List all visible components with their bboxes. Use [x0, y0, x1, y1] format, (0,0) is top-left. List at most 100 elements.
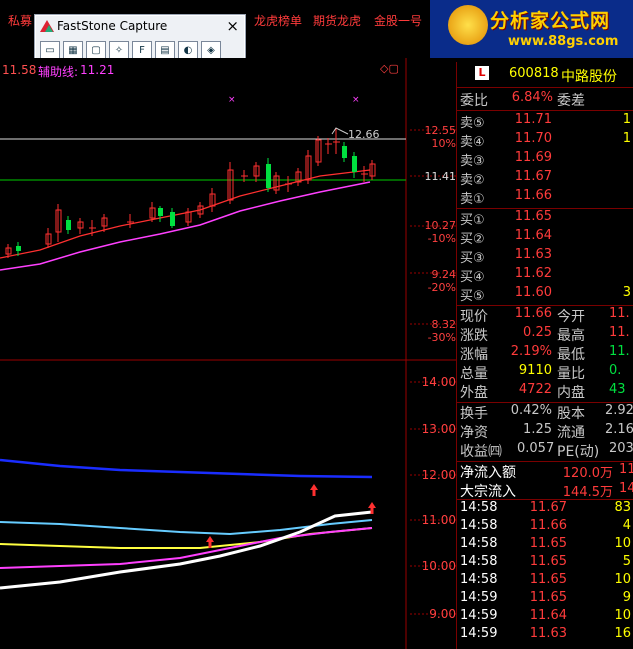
fund-label: 流通 [557, 425, 585, 441]
menu-item-futures[interactable]: 期货龙虎 [313, 12, 361, 29]
fund-row: 收益㈣ 0.057 PE(动) 203 [457, 441, 633, 460]
buy-volume: 3 [622, 285, 631, 300]
sell-label: 卖⑤ [460, 116, 485, 131]
stock-badge: L [475, 66, 489, 80]
sell-price: 11.66 [514, 188, 552, 203]
flow-value: 120.0万 [562, 466, 613, 481]
tick-time: 14:58 [460, 518, 498, 533]
buy-price: 11.60 [514, 285, 552, 300]
axis-value: 9.00 [429, 607, 456, 621]
sell-volume: 1 [622, 131, 631, 146]
quote-label: 最低 [557, 347, 585, 363]
quote-value: 11. [609, 344, 630, 359]
fund-value: 2.16 [605, 422, 633, 437]
buy-price: 11.65 [514, 209, 552, 224]
fund-row: 换手 0.42% 股本 2.92 [457, 403, 633, 422]
logo-text: 分析家公式网 [490, 10, 611, 32]
sell-label: 卖② [460, 173, 485, 188]
buy-price: 11.64 [514, 228, 552, 243]
axis-price: 12.55 [424, 124, 457, 137]
quote-value: 4722 [518, 382, 552, 397]
quote-row: 总量 9110 量比 0. [457, 363, 633, 382]
sell-label: 卖① [460, 192, 485, 207]
tick-volume: 10 [614, 608, 631, 623]
tick-price: 11.64 [529, 608, 567, 623]
buy-row: 买⑤ 11.60 3 [457, 285, 633, 304]
axis-pct: -20% [427, 281, 456, 294]
tick-volume: 9 [622, 590, 631, 605]
sell-volume: 1 [622, 112, 631, 127]
menu-item-private[interactable]: 私募 [8, 12, 32, 29]
tick-row: 14:58 11.65 10 [457, 572, 633, 591]
logo-star-icon [448, 5, 488, 45]
buy-price: 11.62 [514, 266, 552, 281]
buy-row: 买② 11.64 [457, 228, 633, 247]
tick-volume: 4 [622, 518, 631, 533]
tick-time: 14:59 [460, 590, 498, 605]
menu-item-golden[interactable]: 金股一号 [374, 12, 422, 29]
axis-pct: -10% [427, 232, 456, 245]
divider [457, 110, 633, 111]
buy-label: 买⑤ [460, 289, 485, 304]
sell-row: 卖① 11.66 [457, 188, 633, 207]
quote-label: 外盘 [460, 385, 488, 401]
fund-label: 净资 [460, 425, 488, 441]
tick-price: 11.65 [529, 572, 567, 587]
tick-row: 14:59 11.64 10 [457, 608, 633, 627]
quote-label: 涨幅 [460, 347, 488, 363]
faststone-title: FastStone Capture [57, 19, 168, 33]
weibi-row: 委比 6.84% 委差 [457, 90, 633, 109]
tick-volume: 5 [622, 554, 631, 569]
quote-label: 最高 [557, 328, 585, 344]
quote-label: 涨跌 [460, 328, 488, 344]
tick-time: 14:59 [460, 608, 498, 623]
fund-label: PE(动) [557, 444, 600, 460]
stock-code: 600818 [509, 66, 559, 81]
quote-label: 总量 [460, 366, 488, 382]
buy-row: 买① 11.65 [457, 209, 633, 228]
tick-volume: 16 [614, 626, 631, 641]
weibi-value: 6.84% [511, 90, 553, 105]
flow-extra: 11 [619, 462, 633, 477]
quote-value: 9110 [518, 363, 552, 378]
close-icon[interactable]: × [226, 17, 239, 35]
chart-area[interactable]: 11.58 辅助线: 11.21 ◇▢ × × 12.66 12.55 10% … [0, 58, 456, 649]
buy-row: 买③ 11.63 [457, 247, 633, 266]
sell-label: 卖③ [460, 154, 485, 169]
sell-price: 11.70 [514, 131, 552, 146]
buy-row: 买④ 11.62 [457, 266, 633, 285]
faststone-toolbar: ▭ ▦ ▢ ✧ F ▤ ◐ ◈ [40, 41, 221, 60]
tick-volume: 10 [614, 536, 631, 551]
sell-row: 卖⑤ 11.71 1 [457, 112, 633, 131]
quote-value: 2.19% [510, 344, 552, 359]
axis-price: 9.24 [431, 268, 457, 281]
marker-x: × [352, 95, 360, 105]
tick-price: 11.65 [529, 590, 567, 605]
flow-row: 净流入额 120.0万 11 [457, 462, 633, 481]
fund-label: 收益㈣ [460, 444, 502, 460]
fund-row: 净资 1.25 流通 2.16 [457, 422, 633, 441]
flow-extra: 14 [619, 481, 633, 496]
menu-item-dragon-tiger[interactable]: 龙虎榜单 [254, 12, 302, 29]
tick-time: 14:58 [460, 500, 498, 515]
divider [457, 87, 633, 88]
sell-row: 卖② 11.67 [457, 169, 633, 188]
quote-row: 涨跌 0.25 最高 11. [457, 325, 633, 344]
tick-row: 14:58 11.66 4 [457, 518, 633, 537]
top-bar: 私募 龙虎榜单 期货龙虎 金股一号 FastStone Capture × ▭ … [0, 0, 633, 62]
sell-price: 11.69 [514, 150, 552, 165]
fund-value: 2.92 [605, 403, 633, 418]
tick-row: 14:59 11.65 9 [457, 590, 633, 609]
fund-value: 0.42% [510, 403, 552, 418]
site-logo: 分析家公式网 www.88gs.com [430, 0, 633, 58]
logo-url: www.88gs.com [508, 34, 619, 49]
tick-volume: 83 [614, 500, 631, 515]
stock-name: 中路股份 [561, 69, 617, 85]
fund-label: 股本 [557, 406, 585, 422]
tick-row: 14:58 11.65 10 [457, 536, 633, 555]
tick-price: 11.63 [529, 626, 567, 641]
axis-price: 8.32 [431, 318, 457, 331]
quote-label: 今开 [557, 309, 585, 325]
faststone-capture-window[interactable]: FastStone Capture × ▭ ▦ ▢ ✧ F ▤ ◐ ◈ [34, 14, 246, 62]
quote-row: 涨幅 2.19% 最低 11. [457, 344, 633, 363]
